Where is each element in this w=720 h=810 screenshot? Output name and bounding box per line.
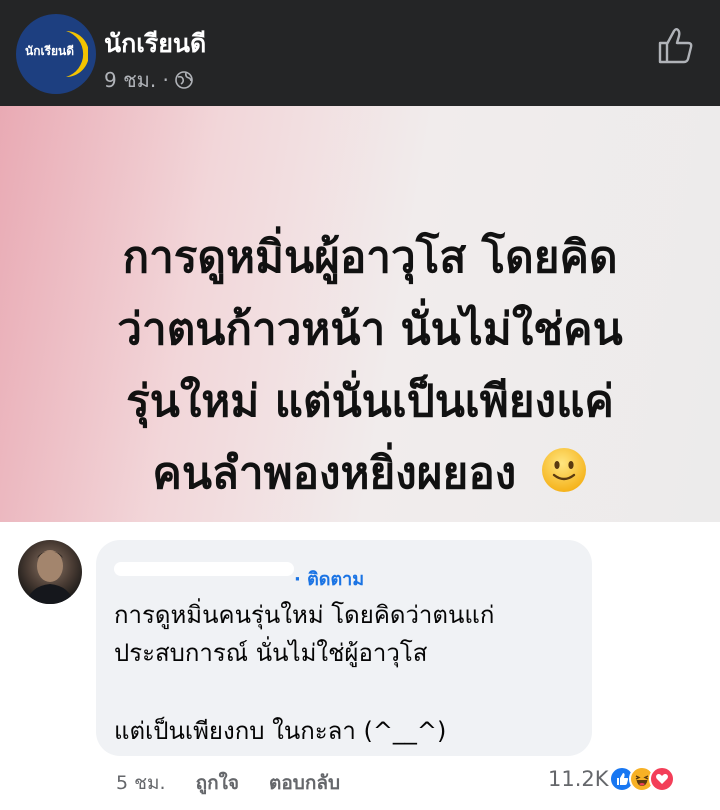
slightly-smiling-face-icon: [541, 448, 586, 492]
quote-line-text: คนลำพองหยิ่งผยอง: [152, 448, 517, 499]
post-time[interactable]: 9 ชม. ·: [104, 64, 169, 96]
love-icon: [648, 766, 675, 792]
comment-line: ประสบการณ์ นั่นไม่ใช่ผู้อาวุโส: [114, 639, 428, 667]
quote-line: รุ่นใหม่ แต่นั่นเป็นเพียงแค่: [126, 376, 614, 427]
globe-icon: [175, 71, 193, 89]
page-name[interactable]: นักเรียนดี: [104, 24, 206, 64]
comment-line: แต่เป็นเพียงกบ ในกะลา (^__^): [114, 717, 447, 745]
post-meta: 9 ชม. ·: [104, 64, 193, 96]
commenter-avatar[interactable]: [18, 540, 82, 604]
reaction-summary[interactable]: 11.2K: [548, 766, 675, 792]
like-button[interactable]: ถูกใจ: [196, 768, 239, 798]
follow-button[interactable]: · ติดตาม: [294, 564, 364, 593]
comment-actions: 5 ชม. ถูกใจ ตอบกลับ: [116, 768, 340, 798]
reaction-count: 11.2K: [548, 767, 609, 791]
comment-bubble: · ติดตาม การดูหมิ่นคนรุ่นใหม่ โดยคิดว่าต…: [96, 540, 592, 756]
crescent-logo-icon: [66, 31, 88, 77]
comment-line: การดูหมิ่นคนรุ่นใหม่ โดยคิดว่าตนแก่: [114, 601, 495, 629]
comment-text: การดูหมิ่นคนรุ่นใหม่ โดยคิดว่าตนแก่ ประส…: [114, 596, 494, 750]
thumbs-up-icon[interactable]: [656, 26, 696, 66]
commenter-name-redacted[interactable]: [114, 562, 294, 576]
reply-button[interactable]: ตอบกลับ: [269, 768, 340, 798]
person-silhouette-icon: [26, 550, 74, 604]
quote-line: ว่าตนก้าวหน้า นั่นไม่ใช่คน: [117, 304, 623, 355]
post-header: นักเรียนดี นักเรียนดี 9 ชม. ·: [0, 0, 720, 106]
quote-text: การดูหมิ่นผู้อาวุโส โดยคิด ว่าตนก้าวหน้า…: [60, 222, 680, 510]
comment-spacer: [114, 672, 494, 712]
comment-time[interactable]: 5 ชม.: [116, 768, 166, 798]
quote-line-last: คนลำพองหยิ่งผยอง: [60, 438, 680, 510]
page-avatar[interactable]: นักเรียนดี: [16, 14, 96, 94]
quote-line: การดูหมิ่นผู้อาวุโส โดยคิด: [122, 232, 618, 283]
